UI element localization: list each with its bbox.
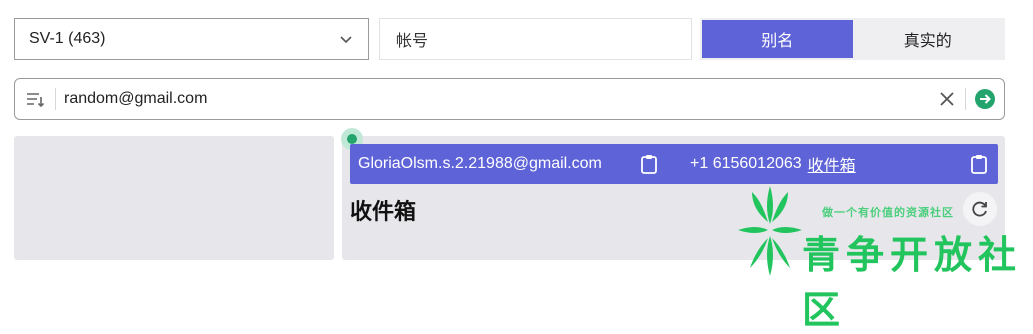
server-select[interactable]: SV-1 (463) xyxy=(14,18,369,60)
mode-option-alias[interactable]: 别名 xyxy=(702,20,853,58)
sort-button[interactable] xyxy=(15,79,55,119)
refresh-icon xyxy=(972,201,987,217)
search-input[interactable]: random@gmail.com xyxy=(56,90,929,108)
clear-button[interactable] xyxy=(929,91,965,107)
email-bar: GloriaOlsm.s.2.21988@gmail.com +1 615601… xyxy=(350,144,998,184)
arrow-right-circle-icon xyxy=(975,89,995,109)
email-address: GloriaOlsm.s.2.21988@gmail.com xyxy=(358,155,602,172)
mode-option-real[interactable]: 真实的 xyxy=(853,20,1004,58)
top-controls: SV-1 (463) 帐号 别名 真实的 xyxy=(14,18,1005,62)
left-panel xyxy=(14,136,334,260)
sort-icon xyxy=(27,93,45,108)
phone-number: +1 6156012063 xyxy=(690,155,802,172)
inbox-heading: 收件箱 xyxy=(350,199,417,224)
mode-toggle: 别名 真实的 xyxy=(700,18,1005,60)
server-select-value: SV-1 (463) xyxy=(29,30,106,47)
search-bar: random@gmail.com xyxy=(14,78,1005,120)
refresh-button[interactable] xyxy=(963,192,997,226)
copy-email-button[interactable] xyxy=(640,154,680,174)
account-field-value: 帐号 xyxy=(396,33,429,50)
search-go-button[interactable] xyxy=(966,89,1004,109)
close-icon xyxy=(940,92,954,106)
account-field[interactable]: 帐号 xyxy=(379,18,692,60)
chevron-down-icon xyxy=(340,36,352,44)
copy-phone-button[interactable] xyxy=(970,154,988,179)
inbox-link[interactable]: 收件箱 xyxy=(808,152,856,176)
status-dot xyxy=(347,134,357,144)
clipboard-icon xyxy=(641,155,657,174)
clipboard-icon xyxy=(971,155,987,174)
